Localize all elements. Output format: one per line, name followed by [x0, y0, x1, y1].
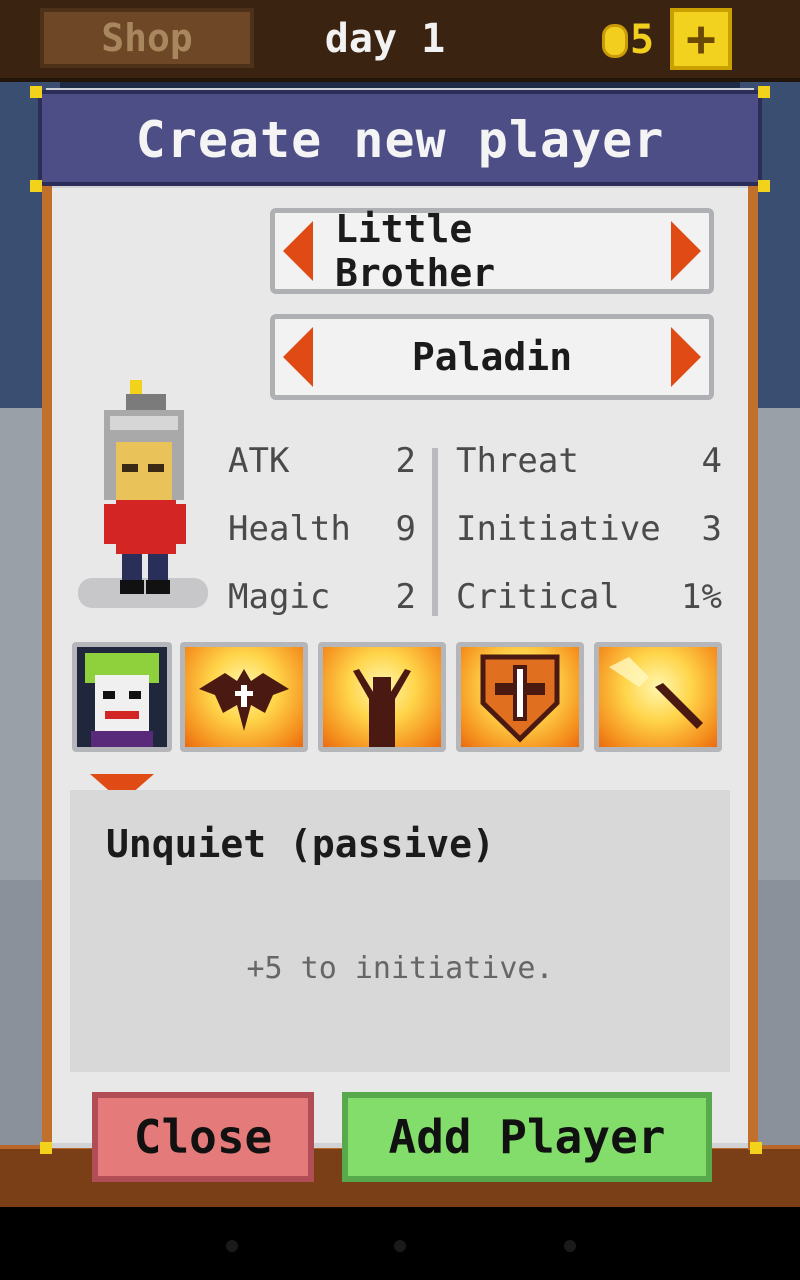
skill-slot-4[interactable] — [594, 642, 722, 752]
stat-critical-value: 1% — [681, 577, 722, 617]
corner-stud — [30, 86, 42, 98]
skill-slot-portrait[interactable] — [72, 642, 172, 752]
dialog-left-edge — [42, 186, 52, 1150]
cross-shield-icon — [480, 654, 560, 743]
corner-stud — [758, 86, 770, 98]
stat-magic-label: Magic — [228, 577, 331, 617]
shop-button[interactable]: Shop — [40, 8, 254, 68]
stat-threat-value: 4 — [701, 441, 722, 481]
sword-icon — [609, 657, 703, 729]
bat-icon — [199, 669, 289, 731]
stat-health-value: 9 — [395, 509, 416, 549]
dialog-right-edge — [748, 186, 758, 1150]
coin-icon — [602, 24, 628, 58]
coin-count: 5 — [630, 17, 655, 63]
dialog-title: Create new player — [135, 111, 665, 169]
add-player-button[interactable]: Add Player — [342, 1092, 712, 1182]
next-class-arrow-icon[interactable] — [671, 327, 701, 387]
player-name-selector: Little Brother — [270, 207, 714, 295]
joker-portrait-icon — [85, 653, 159, 747]
paladin-character-icon — [104, 380, 186, 594]
figure-arms-raised-icon — [353, 669, 411, 747]
stat-magic-value: 2 — [395, 577, 416, 617]
stat-initiative-label: Initiative — [456, 509, 661, 549]
nav-recents-dot[interactable] — [564, 1240, 576, 1252]
stat-initiative-value: 3 — [701, 509, 722, 549]
player-class-selector: Paladin — [270, 314, 714, 400]
buy-coins-button[interactable]: + — [670, 8, 732, 70]
stat-atk-value: 2 — [395, 441, 416, 481]
stat-threat-label: Threat — [456, 441, 579, 481]
nav-home-dot[interactable] — [394, 1240, 406, 1252]
corner-stud — [40, 1142, 52, 1154]
prev-name-arrow-icon[interactable] — [283, 221, 313, 281]
nav-back-dot[interactable] — [226, 1240, 238, 1252]
skill-slot-1[interactable] — [180, 642, 308, 752]
close-button[interactable]: Close — [92, 1092, 314, 1182]
day-counter: day 1 — [324, 16, 446, 62]
corner-stud — [750, 1142, 762, 1154]
skill-slot-2[interactable] — [318, 642, 446, 752]
stat-critical-label: Critical — [456, 577, 620, 617]
skill-description: +5 to initiative. — [246, 950, 554, 986]
top-bar: Shop day 1 5 + — [0, 0, 800, 82]
stat-atk-label: ATK — [228, 441, 290, 481]
player-class-value: Paladin — [411, 335, 573, 379]
skill-slot-3[interactable] — [456, 642, 584, 752]
stats-divider — [432, 448, 438, 616]
skill-title: Unquiet (passive) — [106, 822, 495, 866]
next-name-arrow-icon[interactable] — [671, 221, 701, 281]
prev-class-arrow-icon[interactable] — [283, 327, 313, 387]
stat-health-label: Health — [228, 509, 351, 549]
player-name-value: Little Brother — [335, 207, 496, 295]
